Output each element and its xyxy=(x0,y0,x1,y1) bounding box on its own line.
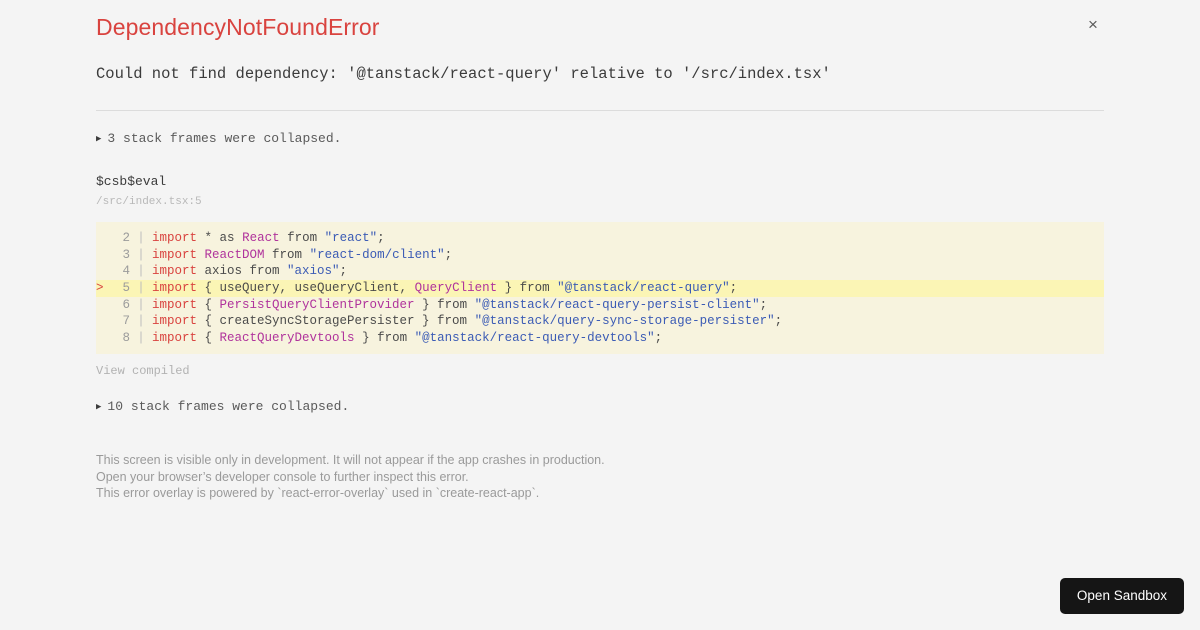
code-line-number: 3 xyxy=(122,247,130,262)
code-token: "@tanstack/react-query-devtools" xyxy=(414,330,655,345)
code-token: as xyxy=(219,231,235,246)
code-line: 3 | import ReactDOM from "react-dom/client… xyxy=(96,247,1104,264)
code-token: "react-dom/client" xyxy=(309,247,445,262)
code-token: ; xyxy=(729,281,738,296)
chevron-right-icon: ▶ xyxy=(96,134,102,145)
code-token: ReactDOM xyxy=(204,247,265,262)
code-token: * xyxy=(197,231,220,246)
code-gutter-separator: | xyxy=(137,330,145,345)
code-line-number: 5 xyxy=(122,281,130,296)
code-token: React xyxy=(242,231,280,246)
code-line: 6 | import { PersistQueryClientProvider } … xyxy=(96,297,1104,314)
error-message: Could not find dependency: '@tanstack/re… xyxy=(96,64,831,83)
code-token: } from xyxy=(414,297,475,312)
view-compiled-link[interactable]: View compiled xyxy=(96,364,190,379)
code-token: import xyxy=(152,314,198,329)
code-line: 2 | import * as React from "react"; xyxy=(96,230,1104,247)
code-token: import xyxy=(152,264,198,279)
code-token: } from xyxy=(497,281,558,296)
code-token: import xyxy=(152,297,198,312)
code-token: axios from xyxy=(197,264,288,279)
chevron-right-icon: ▶ xyxy=(96,402,102,413)
code-token: ; xyxy=(339,264,348,279)
collapsed-frames-top[interactable]: ▶ 3 stack frames were collapsed. xyxy=(96,131,1104,148)
code-line-number: 4 xyxy=(122,264,130,279)
frame-function-name: $csb$eval xyxy=(96,174,167,190)
code-token: ; xyxy=(654,330,663,345)
code-gutter-separator: | xyxy=(137,231,145,246)
code-line: >5 | import { useQuery, useQueryClient, Qu… xyxy=(96,280,1104,297)
code-line: 8 | import { ReactQueryDevtools } from "@t… xyxy=(96,330,1104,347)
code-token: ; xyxy=(377,231,385,246)
footer-notes: This screen is visible only in developme… xyxy=(96,452,1104,502)
code-token: from xyxy=(279,231,325,246)
code-line-number: 8 xyxy=(122,330,130,345)
code-token: import xyxy=(152,231,198,246)
code-token: { useQuery, useQueryClient, xyxy=(197,281,415,296)
code-gutter-separator: | xyxy=(137,264,145,279)
code-gutter-separator: | xyxy=(137,314,145,329)
code-gutter-separator: | xyxy=(137,247,145,262)
code-token: ; xyxy=(774,314,783,329)
code-token: "react" xyxy=(324,231,378,246)
code-token: from xyxy=(264,247,310,262)
code-line-number: 6 xyxy=(122,297,130,312)
code-token: ReactQueryDevtools xyxy=(219,330,355,345)
code-line-number: 2 xyxy=(122,231,130,246)
code-snippet: 2 | import * as React from "react"; 3 | impor… xyxy=(96,222,1104,355)
footer-note: This error overlay is powered by `react-… xyxy=(96,486,540,501)
frame-location: /src/index.tsx:5 xyxy=(96,196,202,209)
code-token: { xyxy=(197,330,220,345)
footer-note: Open your browser’s developer console to… xyxy=(96,469,469,484)
collapsed-frames-top-label: 3 stack frames were collapsed. xyxy=(107,131,342,147)
collapsed-frames-bottom[interactable]: ▶ 10 stack frames were collapsed. xyxy=(96,399,1104,416)
code-token: "@tanstack/react-query" xyxy=(557,281,730,296)
code-gutter-separator: | xyxy=(137,297,145,312)
header-divider xyxy=(96,110,1104,112)
overlay-content: DependencyNotFoundError Could not find d… xyxy=(96,0,1104,502)
code-token: ; xyxy=(759,297,768,312)
code-token: { createSyncStoragePersister } from xyxy=(197,314,475,329)
code-token: "@tanstack/query-sync-storage-persister" xyxy=(474,314,775,329)
code-token: QueryClient xyxy=(414,281,498,296)
code-line-number: 7 xyxy=(122,314,130,329)
code-gutter-separator: | xyxy=(137,281,145,296)
code-token: import xyxy=(152,330,198,345)
code-token: import xyxy=(152,281,198,296)
code-line: 4 | import axios from "axios"; xyxy=(96,263,1104,280)
open-sandbox-button[interactable]: Open Sandbox xyxy=(1059,578,1184,614)
footer-note: This screen is visible only in developme… xyxy=(96,453,605,468)
code-token: { xyxy=(197,297,220,312)
code-line: 7 | import { createSyncStoragePersister } … xyxy=(96,313,1104,330)
code-token: "@tanstack/react-query-persist-client" xyxy=(474,297,760,312)
code-token: "axios" xyxy=(287,264,340,279)
code-token: } from xyxy=(354,330,415,345)
code-line-marker: > xyxy=(96,281,104,296)
code-token: import xyxy=(152,247,198,262)
code-token: PersistQueryClientProvider xyxy=(219,297,415,312)
code-token: ; xyxy=(444,247,453,262)
error-overlay: × DependencyNotFoundError Could not find… xyxy=(0,0,1200,630)
collapsed-frames-bottom-label: 10 stack frames were collapsed. xyxy=(107,399,350,415)
error-title: DependencyNotFoundError xyxy=(96,14,380,40)
